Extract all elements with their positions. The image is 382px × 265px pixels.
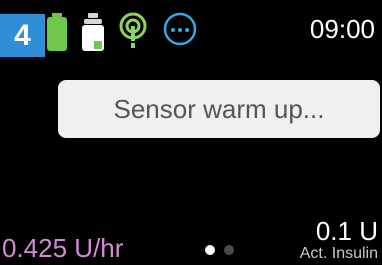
page-dot bbox=[224, 245, 234, 255]
pump-home-screen: 4 09:00 Sensor warm up... 0.425 U/hr 0.1… bbox=[0, 0, 382, 265]
battery-full-icon bbox=[46, 12, 68, 57]
active-insulin-label: Act. Insulin bbox=[299, 245, 378, 262]
page-indicator bbox=[205, 245, 234, 255]
basal-rate: 0.425 U/hr bbox=[2, 233, 124, 263]
active-insulin-value: 0.1 U bbox=[315, 216, 378, 246]
sensor-status-message: Sensor warm up... bbox=[58, 80, 380, 138]
sensor-signal-icon bbox=[118, 12, 148, 57]
step-badge: 4 bbox=[0, 14, 45, 57]
more-options-icon[interactable] bbox=[163, 12, 197, 51]
clock-time: 09:00 bbox=[309, 14, 375, 44]
insulin-reservoir-icon bbox=[80, 12, 108, 57]
page-dot-current bbox=[205, 245, 215, 255]
active-insulin-panel: 0.1 U Act. Insulin bbox=[300, 217, 378, 263]
